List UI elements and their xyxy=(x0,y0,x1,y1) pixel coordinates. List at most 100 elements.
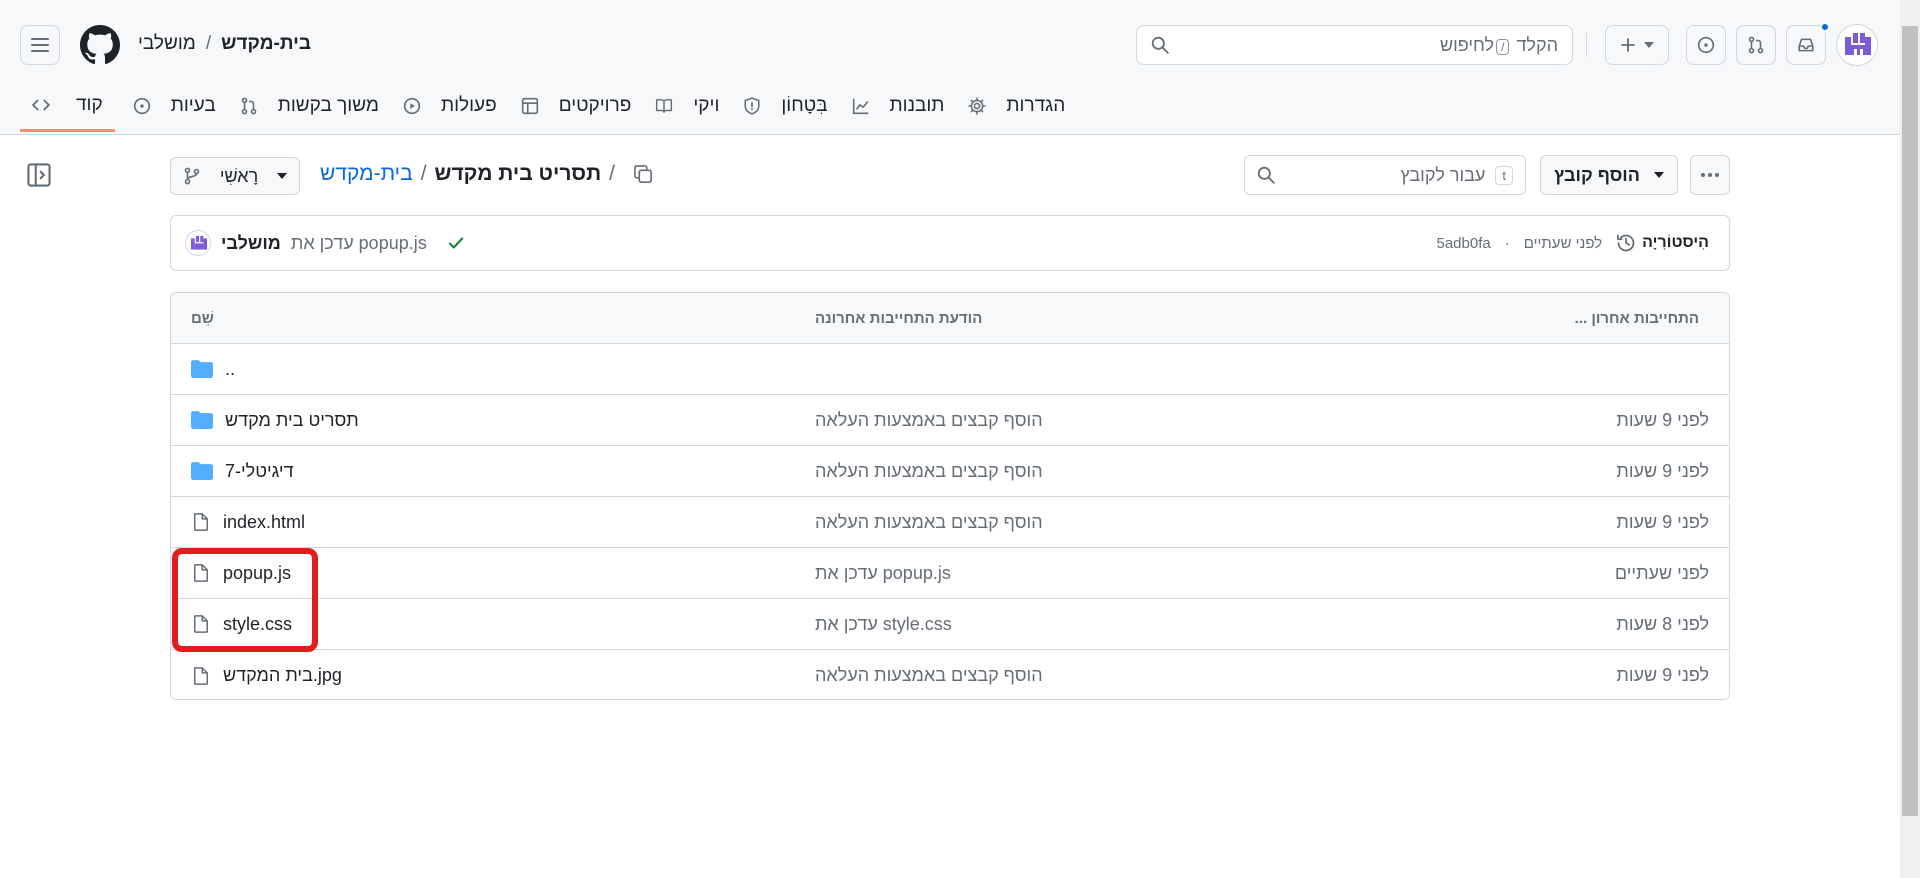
scrollbar-thumb[interactable] xyxy=(1902,26,1918,816)
table-row[interactable]: index.html הוסף קבצים באמצעות העלאה לפני… xyxy=(171,497,1729,548)
inbox-button[interactable] xyxy=(1786,25,1826,65)
row-commit-message[interactable]: עדכן את popup.js xyxy=(815,563,951,584)
sidebar-expand-icon xyxy=(26,162,52,188)
search-placeholder-suffix: לחיפוש xyxy=(1439,34,1495,55)
tab-code[interactable]: קוד xyxy=(20,80,115,132)
tab-pull-requests[interactable]: משוך בקשות xyxy=(228,80,391,132)
row-commit-date: לפני 8 שעות xyxy=(1616,613,1709,634)
history-label: הִיסטוֹרִיָה xyxy=(1642,234,1709,251)
issue-icon xyxy=(133,97,151,115)
plus-icon xyxy=(1620,37,1636,53)
author-avatar[interactable] xyxy=(185,230,211,256)
add-file-button[interactable]: הוסף קובץ xyxy=(1540,155,1678,195)
row-name-cell: דיגיטלי-7 xyxy=(191,461,294,482)
breadcrumb-separator-trailing: / xyxy=(609,162,616,185)
search-placeholder-prefix: הקלד xyxy=(1516,34,1558,55)
tab-issues-label: בעיות xyxy=(170,95,216,116)
search-icon xyxy=(1151,36,1169,54)
branch-name: רָאשִׁי xyxy=(219,165,259,186)
tab-wiki-label: ויקי xyxy=(693,95,720,116)
add-file-label: הוסף קובץ xyxy=(1554,164,1640,185)
column-name-header: שֵׁם xyxy=(191,309,214,327)
branch-selector[interactable]: רָאשִׁי xyxy=(170,157,300,195)
tab-projects-label: פרויקטים xyxy=(558,95,632,116)
breadcrumb-separator: / xyxy=(420,162,427,185)
file-icon xyxy=(191,512,211,532)
triangle-down-icon xyxy=(1644,42,1654,48)
tab-wiki[interactable]: ויקי xyxy=(643,80,731,132)
pull-requests-button[interactable] xyxy=(1736,25,1776,65)
row-commit-message[interactable]: עדכן את style.css xyxy=(815,614,952,635)
row-name-cell: index.html xyxy=(191,512,305,533)
sidebar-expand-button[interactable] xyxy=(26,162,52,188)
file-icon xyxy=(191,666,211,686)
commit-sha[interactable]: 5adb0fa xyxy=(1436,235,1490,252)
table-row[interactable]: תסריט בית מקדש הוסף קבצים באמצעות העלאה … xyxy=(171,395,1729,446)
file-link[interactable]: index.html xyxy=(223,512,305,533)
go-to-file-placeholder: עבור לקובץ xyxy=(1400,164,1486,185)
graph-icon xyxy=(852,97,870,115)
header-divider xyxy=(1586,33,1587,57)
row-commit-date: לפני 9 שעות xyxy=(1616,409,1709,430)
search-input[interactable]: הקלד /לחיפוש xyxy=(1136,25,1573,65)
history-button[interactable]: הִיסטוֹרִיָה xyxy=(1616,233,1709,253)
git-pull-request-icon xyxy=(1747,36,1765,54)
row-commit-date: לפני שעתיים xyxy=(1614,562,1709,583)
folder-link[interactable]: דיגיטלי-7 xyxy=(225,461,294,482)
notification-indicator xyxy=(1820,22,1830,32)
tab-settings-label: הגדרות xyxy=(1006,95,1066,116)
inbox-icon xyxy=(1797,36,1815,54)
owner-link[interactable]: מושלבי xyxy=(138,33,196,55)
menu-button[interactable] xyxy=(20,25,60,65)
tab-insights-label: תובנות xyxy=(889,95,945,116)
table-row[interactable]: popup.js עדכן את popup.js לפני שעתיים xyxy=(171,548,1729,599)
repo-context: מושלבי / בית-מקדש xyxy=(138,33,311,55)
tab-issues[interactable]: בעיות xyxy=(121,80,228,132)
go-to-file-shortcut: t xyxy=(1495,165,1513,185)
hamburger-icon xyxy=(31,37,49,53)
repo-link[interactable]: בית-מקדש xyxy=(221,33,311,55)
repo-tabs: קוד בעיות משוך בקשות פעולות פרויקטים ויק… xyxy=(20,80,1077,135)
table-row[interactable]: style.css עדכן את style.css לפני 8 שעות xyxy=(171,599,1729,650)
table-row-parent[interactable]: .. xyxy=(171,344,1729,395)
shield-icon xyxy=(743,97,761,115)
tab-projects[interactable]: פרויקטים xyxy=(509,80,644,132)
go-to-file-input[interactable]: עבור לקובץ t xyxy=(1244,155,1526,195)
row-name-cell: .. xyxy=(191,359,235,380)
tab-pull-requests-label: משוך בקשות xyxy=(277,95,379,116)
folder-icon xyxy=(191,360,213,378)
row-commit-date: לפני 9 שעות xyxy=(1616,511,1709,532)
row-commit-message[interactable]: הוסף קבצים באמצעות העלאה xyxy=(815,461,1043,482)
issues-button[interactable] xyxy=(1686,25,1726,65)
tab-actions[interactable]: פעולות xyxy=(391,80,509,132)
git-branch-icon xyxy=(183,167,201,185)
breadcrumb-current-folder: תסריט בית מקדש xyxy=(434,162,602,185)
more-options-button[interactable] xyxy=(1690,155,1730,195)
commit-author[interactable]: מושלבי xyxy=(221,233,281,254)
table-row[interactable]: בית המקדש.jpg הוסף קבצים באמצעות העלאה ל… xyxy=(171,650,1729,699)
folder-link[interactable]: תסריט בית מקדש xyxy=(225,410,359,431)
triangle-down-icon xyxy=(277,173,287,179)
parent-directory-link[interactable]: .. xyxy=(225,359,235,380)
tab-settings[interactable]: הגדרות xyxy=(956,80,1077,132)
tab-insights[interactable]: תובנות xyxy=(840,80,957,132)
file-link[interactable]: בית המקדש.jpg xyxy=(223,665,342,686)
row-commit-message[interactable]: הוסף קבצים באמצעות העלאה xyxy=(815,665,1043,686)
commit-time: לפני שעתיים xyxy=(1523,234,1603,252)
commit-message[interactable]: עדכן את popup.js xyxy=(291,233,427,254)
user-avatar[interactable] xyxy=(1836,24,1878,66)
row-commit-message[interactable]: הוסף קבצים באמצעות העלאה xyxy=(815,410,1043,431)
copy-path-icon[interactable] xyxy=(633,164,653,184)
gear-icon xyxy=(968,97,987,115)
github-logo[interactable] xyxy=(80,25,120,65)
triangle-down-icon xyxy=(1653,172,1664,178)
table-row[interactable]: דיגיטלי-7 הוסף קבצים באמצעות העלאה לפני … xyxy=(171,446,1729,497)
column-date-header: ... התחייבות אחרון xyxy=(1574,309,1699,327)
tab-security[interactable]: בִּטָחוֹן xyxy=(731,80,839,132)
breadcrumb-repo-link[interactable]: בית-מקדש xyxy=(320,162,413,186)
check-icon[interactable] xyxy=(447,234,465,252)
breadcrumb: בית-מקדש / תסריט בית מקדש / xyxy=(320,162,653,186)
row-commit-message[interactable]: הוסף קבצים באמצעות העלאה xyxy=(815,512,1043,533)
code-icon xyxy=(32,96,50,114)
create-new-button[interactable] xyxy=(1605,25,1669,65)
